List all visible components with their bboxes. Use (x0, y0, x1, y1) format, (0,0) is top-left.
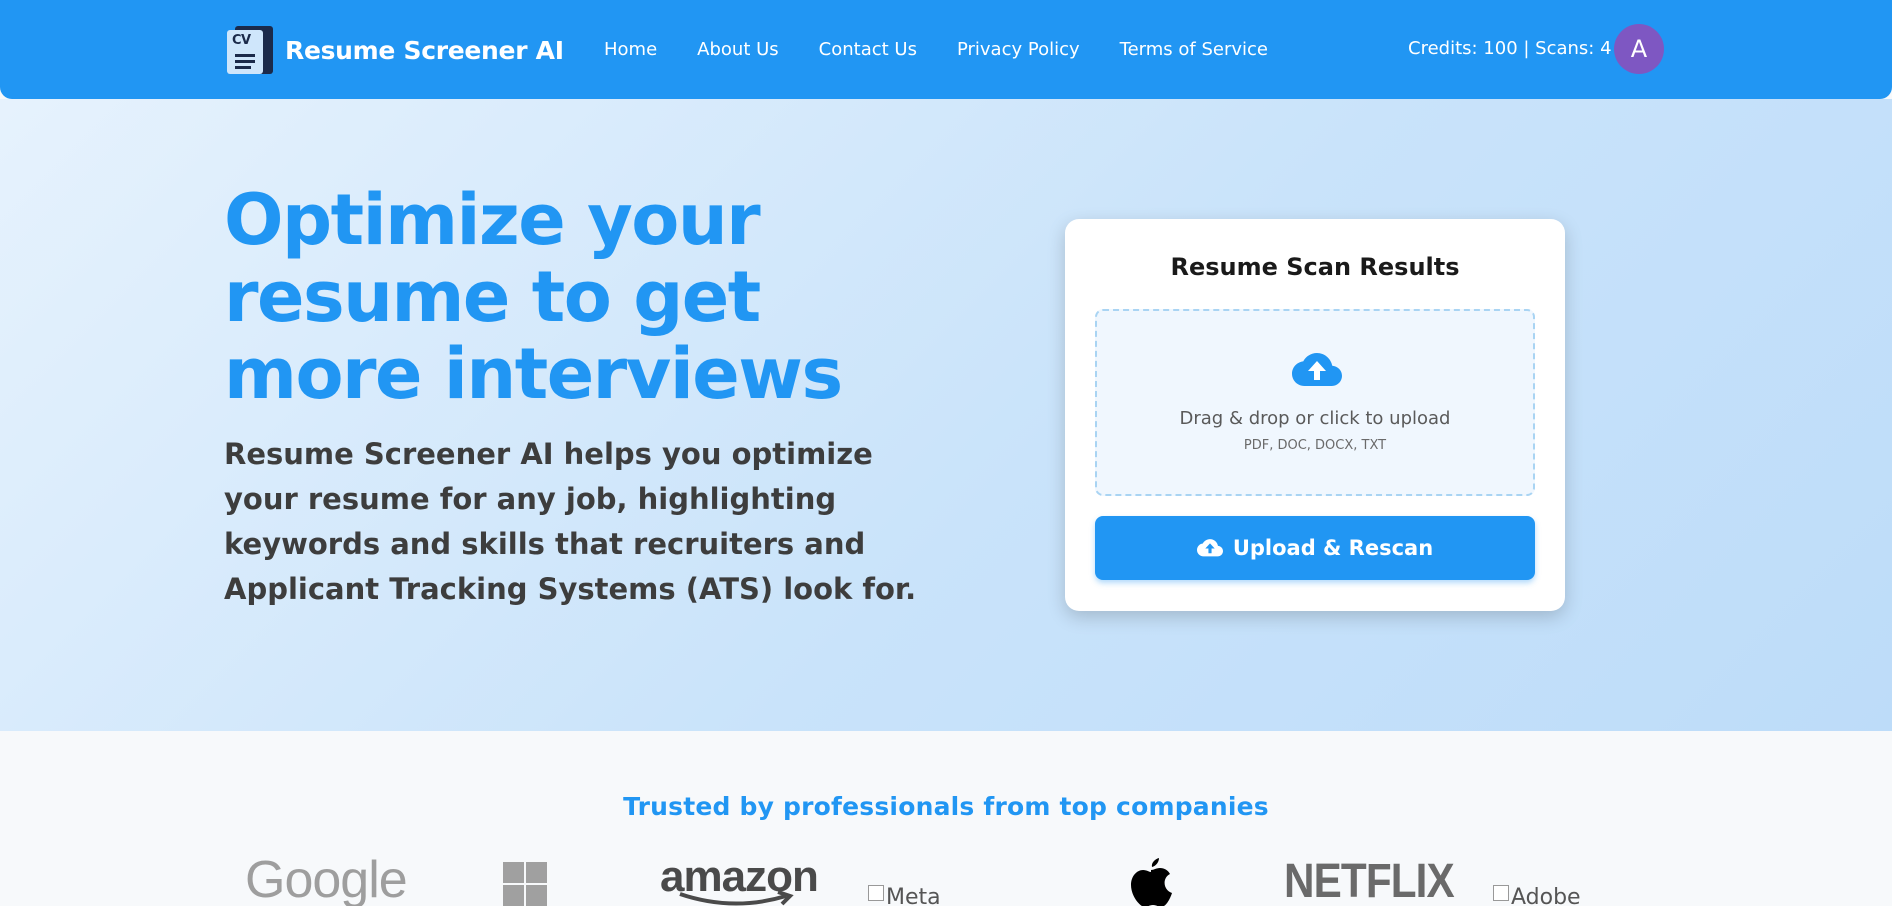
cloud-upload-icon (1196, 539, 1223, 557)
adobe-logo-alt: Adobe (1511, 884, 1581, 906)
trusted-title: Trusted by professionals from top compan… (623, 792, 1269, 821)
amazon-smile-icon (679, 890, 794, 906)
dropzone-text: Drag & drop or click to upload (1179, 408, 1451, 429)
nav-link-terms-of-service[interactable]: Terms of Service (1120, 39, 1268, 60)
hero-section: Optimize your resume to get more intervi… (0, 99, 1892, 731)
broken-image-icon (1493, 885, 1509, 901)
user-avatar[interactable]: A (1614, 24, 1664, 74)
brand-name: Resume Screener AI (285, 35, 564, 65)
upload-rescan-button[interactable]: Upload & Rescan (1095, 516, 1535, 580)
hero-subtitle: Resume Screener AI helps you optimize yo… (224, 437, 917, 606)
nav-link-contact-us[interactable]: Contact Us (819, 39, 917, 60)
adobe-logo: Adobe (1493, 872, 1581, 906)
meta-logo: Meta (868, 872, 941, 906)
nav-link-privacy-policy[interactable]: Privacy Policy (957, 39, 1080, 60)
nav-link-about-us[interactable]: About Us (697, 39, 779, 60)
meta-logo-alt: Meta (886, 884, 941, 906)
hero-title: Optimize your resume to get more intervi… (224, 179, 843, 415)
brand[interactable]: CV Resume Screener AI (225, 24, 564, 76)
main-nav: Home About Us Contact Us Privacy Policy … (604, 0, 1308, 99)
resume-dropzone[interactable]: Drag & drop or click to upload PDF, DOC,… (1095, 309, 1535, 496)
microsoft-logo-icon (503, 862, 551, 906)
cloud-upload-icon (1292, 353, 1342, 386)
netflix-logo: NETFLIX (1284, 855, 1455, 906)
top-navbar: CV Resume Screener AI Home About Us Cont… (0, 0, 1892, 99)
broken-image-icon (868, 885, 884, 901)
brand-logo-text: CV (232, 33, 251, 48)
dropzone-formats: PDF, DOC, DOCX, TXT (1243, 438, 1387, 453)
nav-link-home[interactable]: Home (604, 39, 657, 60)
credits-scans-counter: Credits: 100 | Scans: 4 (1408, 38, 1612, 59)
cv-document-icon: CV (225, 24, 275, 76)
apple-logo-icon (1131, 858, 1172, 906)
resume-scan-card: Resume Scan Results Drag & drop or click… (1065, 219, 1565, 611)
scan-card-title: Resume Scan Results (1170, 253, 1460, 281)
google-logo: Google (245, 851, 408, 906)
upload-rescan-label: Upload & Rescan (1232, 536, 1434, 560)
